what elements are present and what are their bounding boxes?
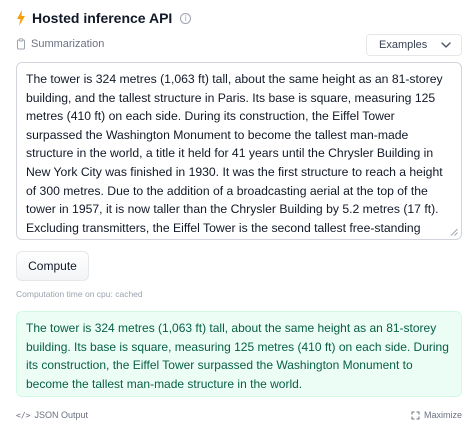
compute-button[interactable]: Compute bbox=[16, 251, 89, 281]
widget-header: Hosted inference API i bbox=[16, 8, 192, 28]
output-text: The tower is 324 metres (1,063 ft) tall,… bbox=[26, 321, 449, 391]
examples-label: Examples bbox=[379, 39, 428, 51]
maximize-label: Maximize bbox=[423, 410, 462, 420]
json-output-label: JSON Output bbox=[34, 410, 88, 420]
resize-handle-icon[interactable] bbox=[450, 228, 458, 236]
input-textarea[interactable]: The tower is 324 metres (1,063 ft) tall,… bbox=[16, 62, 462, 240]
json-output-button[interactable]: </> JSON Output bbox=[16, 410, 88, 420]
widget-title: Hosted inference API bbox=[32, 10, 173, 26]
examples-dropdown[interactable]: Examples bbox=[366, 34, 462, 56]
task-label: Summarization bbox=[31, 38, 105, 50]
info-icon[interactable]: i bbox=[180, 12, 192, 24]
task-label-row: Summarization bbox=[16, 38, 104, 50]
input-text: The tower is 324 metres (1,063 ft) tall,… bbox=[26, 72, 443, 235]
output-panel: The tower is 324 metres (1,063 ft) tall,… bbox=[16, 311, 462, 397]
chevron-down-icon bbox=[441, 42, 451, 48]
clipboard-icon bbox=[17, 38, 25, 50]
maximize-button[interactable]: Maximize bbox=[411, 410, 462, 420]
code-icon: </> bbox=[16, 410, 31, 420]
computation-time: Computation time on cpu: cached bbox=[16, 289, 143, 299]
lightning-bolt-icon bbox=[17, 10, 25, 26]
maximize-icon bbox=[411, 411, 420, 419]
